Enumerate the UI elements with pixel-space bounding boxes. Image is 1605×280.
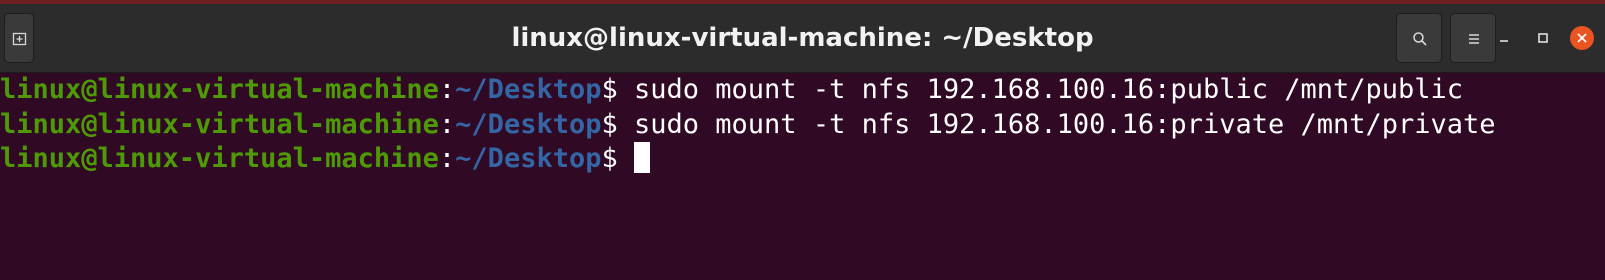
- text-cursor: [634, 142, 651, 173]
- prompt-colon: :: [438, 74, 456, 105]
- prompt-user-host: linux@linux-virtual-machine: [0, 74, 439, 105]
- prompt-colon: :: [438, 143, 456, 174]
- prompt-colon: :: [438, 109, 456, 140]
- prompt-path: ~/Desktop: [455, 109, 602, 140]
- window-title: linux@linux-virtual-machine: ~/Desktop: [511, 23, 1094, 53]
- minimize-button[interactable]: [1492, 26, 1516, 50]
- close-button[interactable]: [1570, 26, 1594, 50]
- terminal-output[interactable]: linux@linux-virtual-machine:~/Desktop$ s…: [0, 73, 1605, 280]
- new-tab-icon: [12, 32, 27, 46]
- hamburger-menu-icon: [1469, 34, 1479, 44]
- title-bar[interactable]: linux@linux-virtual-machine: ~/Desktop: [0, 4, 1605, 73]
- prompt-user-host: linux@linux-virtual-machine: [0, 109, 439, 140]
- maximize-icon: [1538, 33, 1548, 43]
- prompt-dollar: $: [601, 74, 618, 105]
- prompt-path: ~/Desktop: [455, 143, 602, 174]
- close-icon: [1577, 33, 1587, 43]
- command-input[interactable]: [618, 143, 634, 174]
- search-button[interactable]: [1396, 13, 1442, 63]
- prompt-dollar: $: [601, 143, 618, 174]
- search-icon: [1413, 32, 1427, 46]
- prompt-path: ~/Desktop: [455, 74, 602, 105]
- terminal-line: linux@linux-virtual-machine:~/Desktop$: [0, 142, 651, 176]
- command-text: sudo mount -t nfs 192.168.100.16:public …: [617, 74, 1464, 105]
- new-tab-button[interactable]: [4, 13, 34, 63]
- terminal-window: linux@linux-virtual-machine: ~/Desktop l…: [0, 0, 1605, 280]
- prompt-dollar: $: [601, 109, 618, 140]
- menu-button[interactable]: [1450, 13, 1496, 63]
- maximize-button[interactable]: [1531, 26, 1555, 50]
- terminal-line: linux@linux-virtual-machine:~/Desktop$ s…: [0, 108, 1496, 142]
- terminal-line: linux@linux-virtual-machine:~/Desktop$ s…: [0, 73, 1463, 107]
- prompt-user-host: linux@linux-virtual-machine: [0, 143, 439, 174]
- minimize-icon: [1500, 40, 1508, 42]
- command-text: sudo mount -t nfs 192.168.100.16:private…: [617, 109, 1496, 140]
